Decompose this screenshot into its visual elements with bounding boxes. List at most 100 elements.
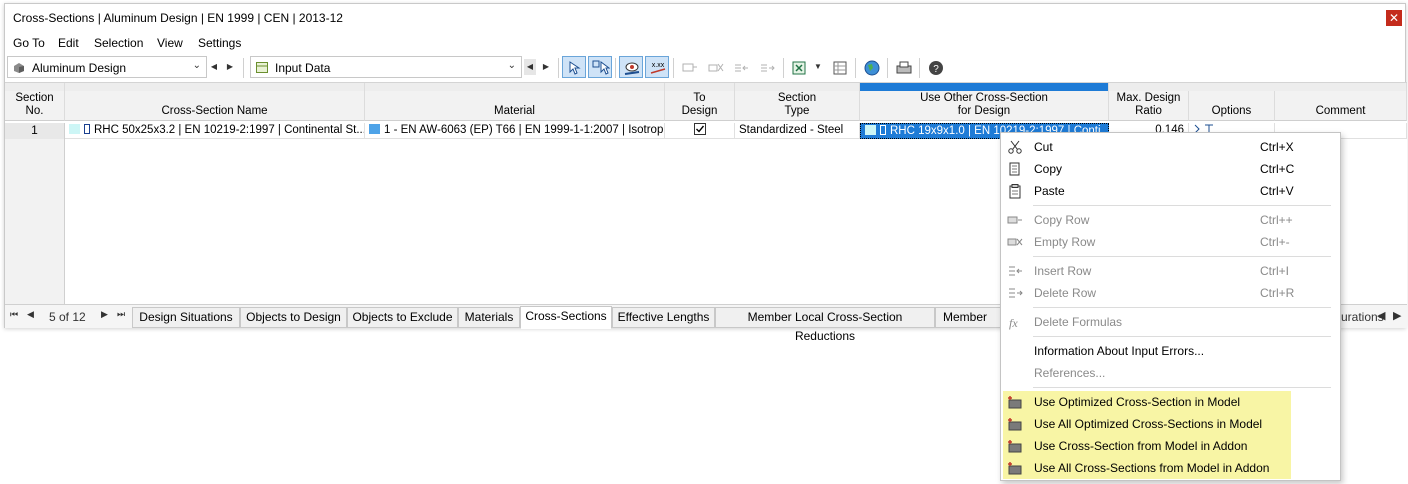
header-to-design[interactable]: To Design <box>665 91 735 121</box>
header-max-design-ratio[interactable]: Max. Design Ratio <box>1109 91 1189 121</box>
cross-section-icon <box>1008 396 1022 409</box>
cross-section-icon <box>1008 440 1022 453</box>
menu-item-copy[interactable]: Copy Ctrl+C <box>1001 158 1340 180</box>
cell-to-design[interactable] <box>665 123 735 139</box>
tab-objects-to-design[interactable]: Objects to Design <box>240 307 347 328</box>
table-select[interactable]: Input Data ⌄ <box>250 56 522 78</box>
menu-item-empty-row[interactable]: Empty Row Ctrl+- <box>1001 231 1340 253</box>
excel-icon <box>792 61 806 75</box>
menu-item-use-optimized-cs[interactable]: Use Optimized Cross-Section in Model <box>1003 391 1291 413</box>
next-table-button[interactable]: ▶ <box>540 59 552 75</box>
prev-module-button[interactable]: ◀ <box>208 59 220 75</box>
menu-item-references[interactable]: References... <box>1001 362 1340 384</box>
row-number[interactable]: 1 <box>5 123 65 139</box>
toolbar: Aluminum Design ⌄ ◀ ▶ Input Data ⌄ ◀ ▶ x… <box>5 54 1405 80</box>
toolbar-separator <box>615 58 616 78</box>
last-page-icon[interactable]: ⏭ <box>117 309 125 320</box>
tab-objects-to-exclude[interactable]: Objects to Exclude <box>347 307 458 328</box>
column-filter-icon <box>833 61 847 75</box>
menu-bar: Go To Edit Selection View Settings <box>5 35 1405 53</box>
menu-selection[interactable]: Selection <box>94 36 143 50</box>
insert-row-icon <box>1009 266 1022 276</box>
first-page-icon[interactable]: ⏮ <box>10 309 18 320</box>
tab-cross-sections[interactable]: Cross-Sections <box>520 306 612 329</box>
filter-button[interactable] <box>827 56 851 78</box>
insert-row-toolbar-button[interactable] <box>729 56 753 78</box>
header-comment[interactable]: Comment <box>1275 91 1407 121</box>
module-select-value: Aluminum Design <box>32 61 127 75</box>
menu-item-use-all-optimized-cs[interactable]: Use All Optimized Cross-Sections in Mode… <box>1003 413 1291 435</box>
tab-design-situations[interactable]: Design Situations <box>132 307 240 328</box>
menu-item-delete-row[interactable]: Delete Row Ctrl+R <box>1001 282 1340 304</box>
tab-materials[interactable]: Materials <box>458 307 520 328</box>
next-page-icon[interactable]: ▶ <box>101 309 108 320</box>
header-material[interactable]: Material <box>365 91 665 121</box>
header-options[interactable]: Options <box>1189 91 1275 121</box>
header-use-other-cross-section[interactable]: Use Other Cross-Section for Design <box>860 91 1109 121</box>
prev-table-button[interactable]: ◀ <box>524 59 536 75</box>
delete-row-x-icon <box>708 63 724 72</box>
help-icon: ? <box>929 61 943 75</box>
module-select[interactable]: Aluminum Design ⌄ <box>7 56 207 78</box>
menu-settings[interactable]: Settings <box>198 36 241 50</box>
view-mode-button[interactable] <box>619 56 643 78</box>
excel-export-button[interactable] <box>787 56 811 78</box>
header-cross-section-name[interactable]: Cross-Section Name <box>65 91 365 121</box>
header-group-strip <box>735 83 860 91</box>
scroll-tabs-left-icon[interactable]: ◀ <box>1377 309 1385 322</box>
print-button[interactable] <box>891 56 915 78</box>
header-section-no[interactable]: Section No. <box>5 91 65 121</box>
print-icon <box>896 61 912 74</box>
move-row-icon <box>761 64 775 72</box>
decimal-values-icon: x.xx <box>650 62 666 74</box>
paste-icon <box>1009 184 1021 199</box>
menu-item-paste[interactable]: Paste Ctrl+V <box>1001 180 1340 202</box>
menu-item-cut[interactable]: Cut Ctrl+X <box>1001 136 1340 158</box>
cross-section-color-swatch <box>69 124 80 134</box>
rectangular-hollow-icon <box>84 124 90 134</box>
menu-item-insert-row[interactable]: Insert Row Ctrl+I <box>1001 260 1340 282</box>
menu-item-use-all-cs-from-model[interactable]: Use All Cross-Sections from Model in Add… <box>1003 457 1291 479</box>
close-button[interactable]: ✕ <box>1386 10 1402 26</box>
next-module-button[interactable]: ▶ <box>224 59 236 75</box>
cross-section-icon <box>1008 418 1022 431</box>
cell-cross-section-name[interactable]: RHC 50x25x3.2 | EN 10219-2:1997 | Contin… <box>65 123 365 139</box>
checkbox-checked-icon[interactable] <box>693 123 706 135</box>
prev-page-icon[interactable]: ◀ <box>27 309 34 320</box>
display-values-button[interactable]: x.xx <box>645 56 669 78</box>
svg-text:?: ? <box>933 64 939 75</box>
menu-item-copy-row[interactable]: Copy Row Ctrl++ <box>1001 209 1340 231</box>
delete-row-toolbar-button[interactable] <box>703 56 727 78</box>
menu-item-delete-formulas[interactable]: fx Delete Formulas <box>1001 311 1340 333</box>
select-in-table-button[interactable] <box>588 56 612 78</box>
tab-member-transverse[interactable]: Member Tra <box>935 307 1005 328</box>
table-select-value: Input Data <box>275 61 331 75</box>
excel-dropdown-icon[interactable]: ▼ <box>812 59 824 75</box>
menu-separator <box>1033 307 1331 308</box>
toolbar-separator <box>673 58 674 78</box>
copy-row-toolbar-button[interactable] <box>677 56 701 78</box>
menu-view[interactable]: View <box>157 36 183 50</box>
cell-material[interactable]: 1 - EN AW-6063 (EP) T66 | EN 1999-1-1:20… <box>365 123 665 139</box>
menu-item-use-cs-from-model[interactable]: Use Cross-Section from Model in Addon <box>1003 435 1291 457</box>
tab-member-local-cross-section-reductions[interactable]: Member Local Cross-Section Reductions <box>715 307 935 343</box>
globe-icon <box>864 60 880 76</box>
select-in-model-button[interactable] <box>562 56 586 78</box>
chevron-down-icon: ⌄ <box>192 60 201 71</box>
tab-effective-lengths[interactable]: Effective Lengths <box>612 307 715 328</box>
menu-separator <box>1033 336 1331 337</box>
material-color-swatch <box>369 124 380 134</box>
cell-section-type[interactable]: Standardized - Steel <box>735 123 860 139</box>
header-section-type[interactable]: Section Type <box>735 91 860 121</box>
menu-edit[interactable]: Edit <box>58 36 79 50</box>
cross-section-color-swatch <box>865 125 876 135</box>
menu-item-input-errors[interactable]: Information About Input Errors... <box>1001 340 1340 362</box>
menu-goto[interactable]: Go To <box>13 36 45 50</box>
decimal-values-icon-text: x.xx <box>652 62 665 69</box>
move-row-toolbar-button[interactable] <box>755 56 779 78</box>
scroll-tabs-right-icon[interactable]: ▶ <box>1393 309 1401 322</box>
globe-button[interactable] <box>859 56 883 78</box>
header-group-strip <box>365 83 665 91</box>
help-button[interactable]: ? <box>923 56 947 78</box>
window-title: Cross-Sections | Aluminum Design | EN 19… <box>13 11 343 25</box>
